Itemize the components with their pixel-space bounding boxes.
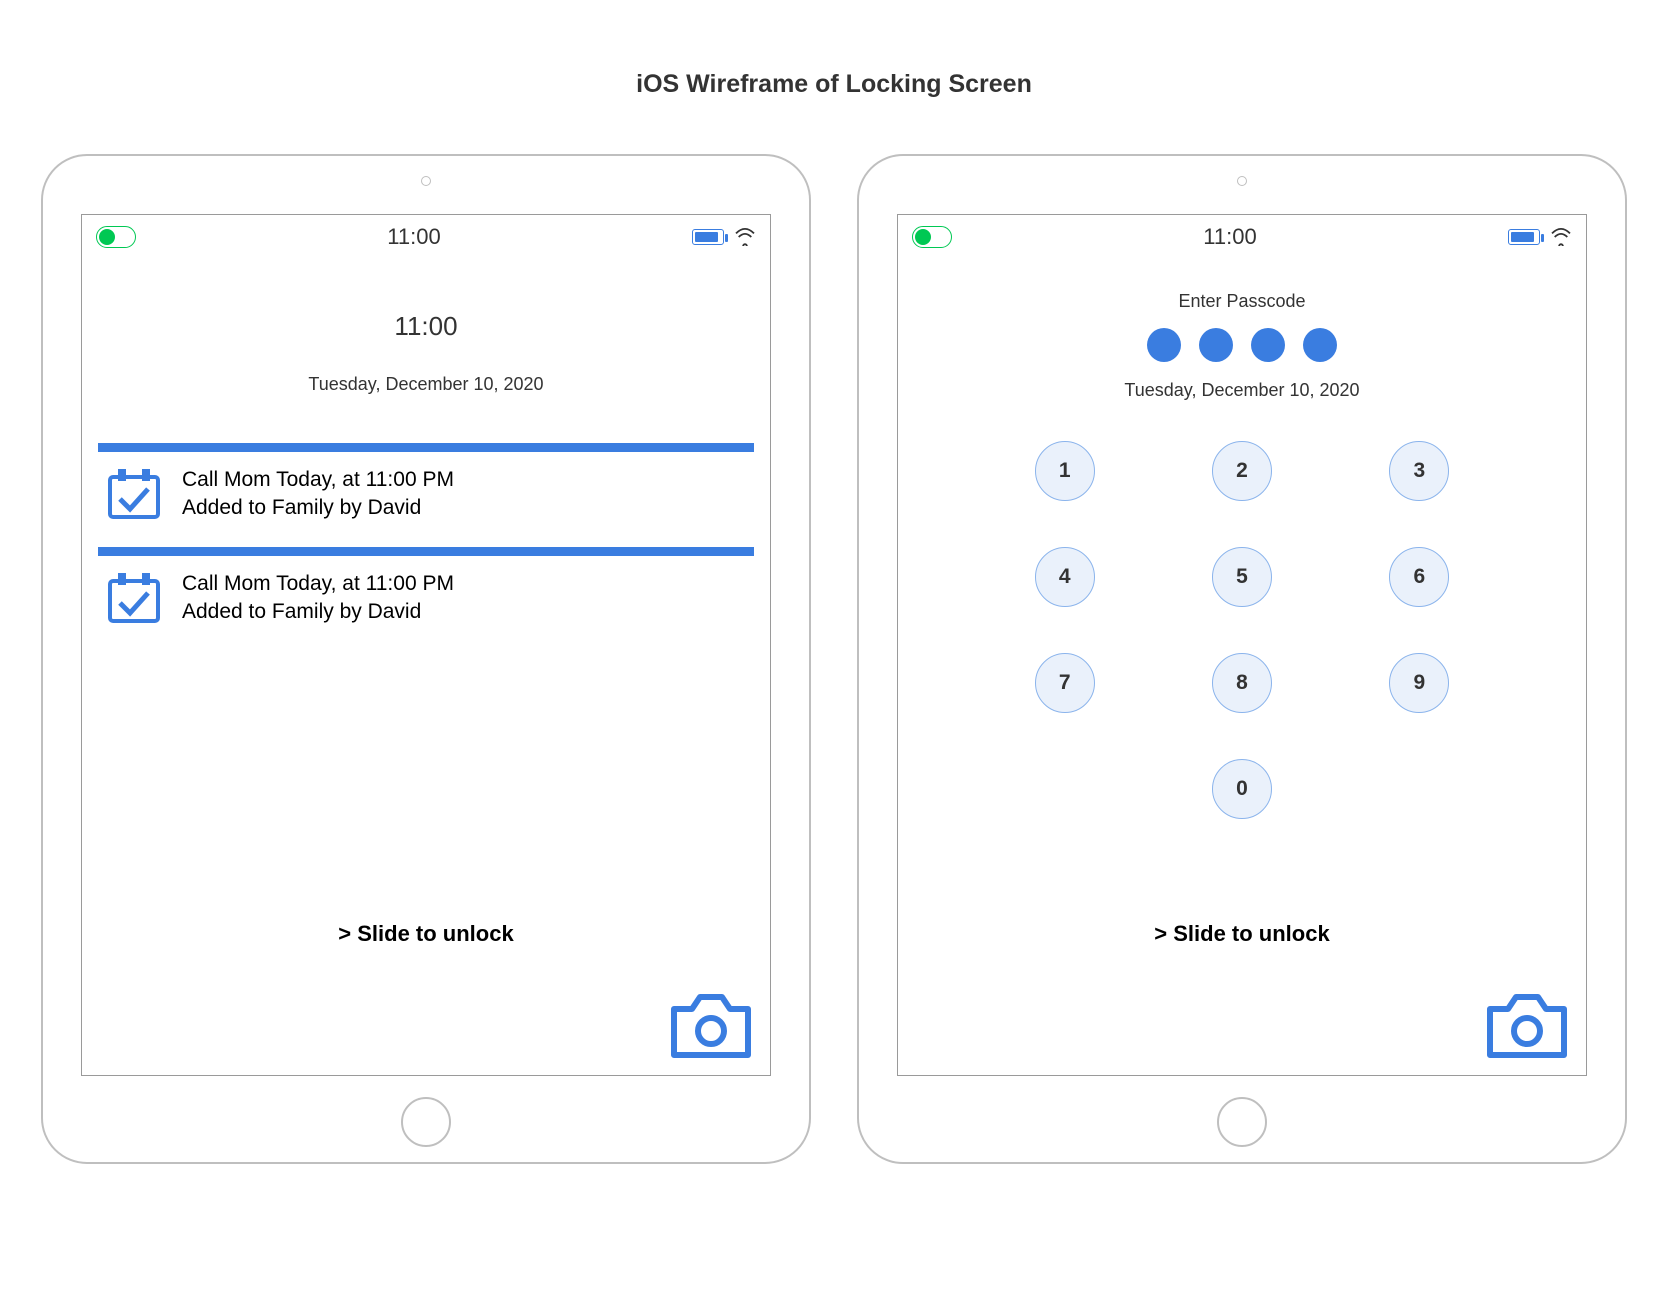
keypad: 1 2 3 4 5 6 7 8 9 0 bbox=[898, 441, 1586, 819]
screen-passcode: 11:00 Enter Passcode Tuesday, December 1… bbox=[897, 214, 1587, 1076]
passcode-date: Tuesday, December 10, 2020 bbox=[898, 380, 1586, 401]
wifi-icon bbox=[1550, 228, 1572, 246]
passcode-dot-icon bbox=[1199, 328, 1233, 362]
key-1[interactable]: 1 bbox=[1035, 441, 1095, 501]
passcode-dot-icon bbox=[1147, 328, 1181, 362]
notification-line2: Added to Family by David bbox=[182, 494, 454, 522]
battery-icon bbox=[692, 229, 724, 245]
key-3[interactable]: 3 bbox=[1389, 441, 1449, 501]
notification-item[interactable]: Call Mom Today, at 11:00 PM Added to Fam… bbox=[98, 443, 754, 523]
key-2[interactable]: 2 bbox=[1212, 441, 1272, 501]
lock-date: Tuesday, December 10, 2020 bbox=[82, 374, 770, 395]
key-8[interactable]: 8 bbox=[1212, 653, 1272, 713]
notification-list: Call Mom Today, at 11:00 PM Added to Fam… bbox=[82, 443, 770, 626]
notification-line1: Call Mom Today, at 11:00 PM bbox=[182, 466, 454, 494]
passcode-dots bbox=[898, 328, 1586, 362]
home-button[interactable] bbox=[1217, 1097, 1267, 1147]
ipad-passcode: 11:00 Enter Passcode Tuesday, December 1… bbox=[857, 154, 1627, 1164]
calendar-check-icon bbox=[106, 571, 162, 625]
lock-header: 11:00 Tuesday, December 10, 2020 bbox=[82, 311, 770, 395]
notification-item[interactable]: Call Mom Today, at 11:00 PM Added to Fam… bbox=[98, 547, 754, 627]
notification-bar-icon bbox=[98, 547, 754, 556]
slide-to-unlock[interactable]: > Slide to unlock bbox=[898, 921, 1586, 947]
screen-lock: 11:00 11:00 Tuesday, December 10, 2020 bbox=[81, 214, 771, 1076]
notification-bar-icon bbox=[98, 443, 754, 452]
camera-icon[interactable] bbox=[1484, 989, 1570, 1061]
home-button[interactable] bbox=[401, 1097, 451, 1147]
lock-time: 11:00 bbox=[82, 311, 770, 342]
notification-line1: Call Mom Today, at 11:00 PM bbox=[182, 570, 454, 598]
ipad-lockscreen: 11:00 11:00 Tuesday, December 10, 2020 bbox=[41, 154, 811, 1164]
passcode-dot-icon bbox=[1251, 328, 1285, 362]
device-camera-icon bbox=[421, 176, 431, 186]
status-bar: 11:00 bbox=[82, 215, 770, 259]
passcode-dot-icon bbox=[1303, 328, 1337, 362]
key-0[interactable]: 0 bbox=[1212, 759, 1272, 819]
battery-icon bbox=[1508, 229, 1540, 245]
page-title: iOS Wireframe of Locking Screen bbox=[30, 70, 1638, 99]
status-time: 11:00 bbox=[1203, 224, 1256, 250]
toggle-icon[interactable] bbox=[96, 226, 136, 248]
key-6[interactable]: 6 bbox=[1389, 547, 1449, 607]
calendar-check-icon bbox=[106, 467, 162, 521]
device-row: 11:00 11:00 Tuesday, December 10, 2020 bbox=[30, 154, 1638, 1164]
key-7[interactable]: 7 bbox=[1035, 653, 1095, 713]
wifi-icon bbox=[734, 228, 756, 246]
camera-icon[interactable] bbox=[668, 989, 754, 1061]
slide-to-unlock[interactable]: > Slide to unlock bbox=[82, 921, 770, 947]
key-5[interactable]: 5 bbox=[1212, 547, 1272, 607]
key-9[interactable]: 9 bbox=[1389, 653, 1449, 713]
notification-line2: Added to Family by David bbox=[182, 598, 454, 626]
key-4[interactable]: 4 bbox=[1035, 547, 1095, 607]
passcode-header: Enter Passcode Tuesday, December 10, 202… bbox=[898, 291, 1586, 401]
passcode-prompt: Enter Passcode bbox=[898, 291, 1586, 312]
toggle-icon[interactable] bbox=[912, 226, 952, 248]
status-time: 11:00 bbox=[387, 224, 440, 250]
status-bar: 11:00 bbox=[898, 215, 1586, 259]
device-camera-icon bbox=[1237, 176, 1247, 186]
